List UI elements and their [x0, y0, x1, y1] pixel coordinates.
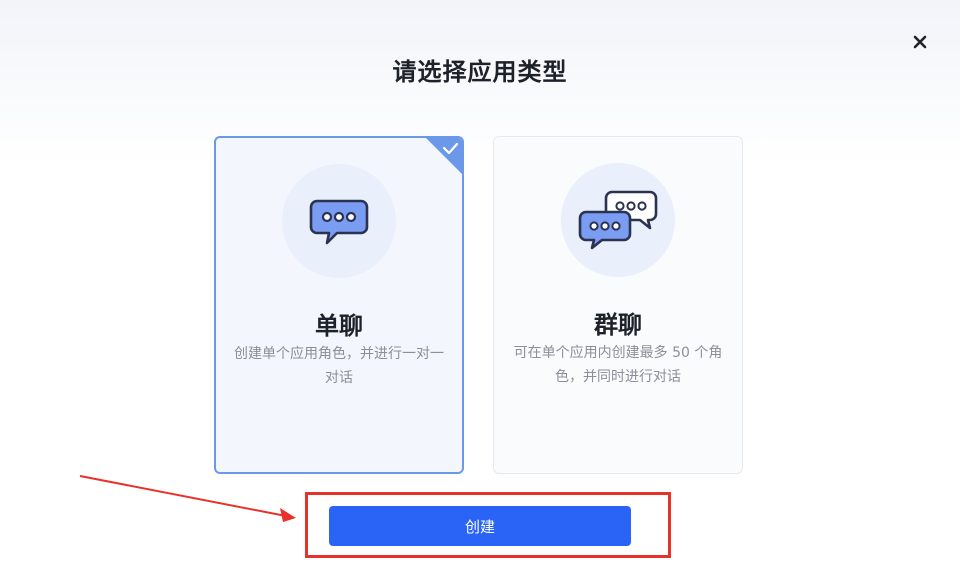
group-chat-bubbles-icon — [578, 190, 658, 250]
single-chat-icon-circle — [282, 164, 396, 278]
card-single-chat[interactable]: 单聊 创建单个应用角色，并进行一对一对话 — [214, 136, 464, 474]
selected-check-icon — [426, 138, 462, 174]
card-title: 群聊 — [594, 311, 642, 339]
single-chat-bubble-icon — [309, 199, 369, 245]
card-title: 单聊 — [315, 312, 363, 340]
annotation-arrow-icon — [79, 475, 296, 522]
dialog-title: 请选择应用类型 — [392, 58, 568, 86]
close-icon — [913, 35, 927, 49]
group-chat-icon-circle — [561, 163, 675, 277]
select-app-type-dialog: 请选择应用类型 单聊 创建单个应用角色，并进行一对一对话 群聊 可在单个应用内创… — [0, 0, 960, 586]
card-description: 创建单个应用角色，并进行一对一对话 — [234, 346, 444, 386]
create-button[interactable]: 创建 — [329, 506, 631, 546]
card-description: 可在单个应用内创建最多 50 个角色，并同时进行对话 — [513, 345, 723, 385]
card-group-chat[interactable]: 群聊 可在单个应用内创建最多 50 个角色，并同时进行对话 — [493, 136, 743, 474]
